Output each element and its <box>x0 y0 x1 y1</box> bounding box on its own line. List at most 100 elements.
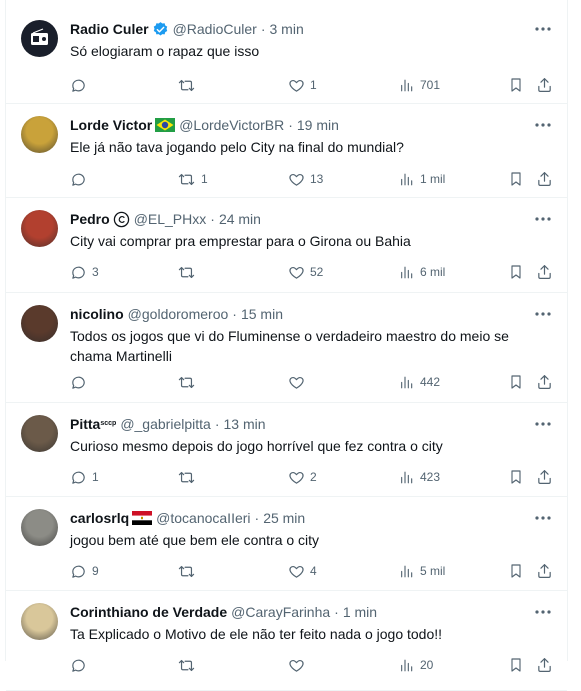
tweet[interactable]: Pitta sccp @_gabrielpitta · 13 min Curioso me… <box>6 403 567 497</box>
like-button[interactable] <box>288 655 310 675</box>
timestamp[interactable]: 15 min <box>241 305 283 323</box>
views-button[interactable]: 701 <box>399 75 440 95</box>
share-button[interactable] <box>536 467 553 487</box>
views-button[interactable]: 20 <box>399 655 433 675</box>
timestamp[interactable]: 13 min <box>223 415 265 433</box>
timestamp[interactable]: 19 min <box>297 116 339 134</box>
share-icon <box>536 468 553 486</box>
author-handle[interactable]: @_gabrielpitta <box>120 415 211 433</box>
reply-button[interactable]: 9 <box>70 561 99 581</box>
more-icon[interactable] <box>533 415 553 433</box>
author-name[interactable]: nicolino <box>70 305 124 323</box>
tweet[interactable]: Pedro @EL_PHxx · 24 min City vai comprar pra… <box>6 198 567 293</box>
author-handle[interactable]: @LordeVictorBR <box>179 116 284 134</box>
like-button[interactable]: 2 <box>288 467 317 487</box>
bookmark-button[interactable] <box>508 372 524 392</box>
avatar[interactable] <box>21 415 58 452</box>
bookmark-button[interactable] <box>508 75 524 95</box>
avatar[interactable] <box>21 509 58 546</box>
tweet[interactable]: Radio Culer @RadioCuler · 3 min Só elogiaram… <box>6 8 567 104</box>
tweet-text: City vai comprar pra emprestar para o Gi… <box>70 233 411 249</box>
more-icon[interactable] <box>533 20 553 38</box>
tweet[interactable]: Lorde Victor @LordeVictorBR · 19 min Ele já … <box>6 104 567 198</box>
author-name-suffix: sccp <box>100 420 117 427</box>
retweet-button[interactable] <box>177 467 201 487</box>
bookmark-button[interactable] <box>508 262 524 282</box>
bookmark-icon <box>508 76 524 94</box>
share-icon <box>536 263 553 281</box>
share-button[interactable] <box>536 169 553 189</box>
share-button[interactable] <box>536 561 553 581</box>
author-name[interactable]: Radio Culer <box>70 20 149 38</box>
like-button[interactable]: 1 <box>288 75 317 95</box>
more-icon[interactable] <box>533 210 553 228</box>
retweet-button[interactable] <box>177 655 201 675</box>
retweet-button[interactable] <box>177 372 201 392</box>
reply-icon <box>70 77 87 94</box>
reply-button[interactable]: 3 <box>70 262 99 282</box>
tweet[interactable]: nicolino @goldoromeroo · 15 min Todos os jog… <box>6 293 567 403</box>
separator-dot: · <box>334 604 339 620</box>
more-icon[interactable] <box>533 116 553 134</box>
retweet-button[interactable] <box>177 262 201 282</box>
share-button[interactable] <box>536 655 553 675</box>
views-button[interactable]: 423 <box>399 467 440 487</box>
share-button[interactable] <box>536 372 553 392</box>
timestamp[interactable]: 1 min <box>343 603 377 621</box>
more-icon[interactable] <box>533 509 553 527</box>
retweet-button[interactable] <box>177 75 201 95</box>
author-handle[interactable]: @RadioCuler <box>173 20 257 38</box>
views-button[interactable]: 442 <box>399 372 440 392</box>
views-button[interactable]: 6 mil <box>399 262 445 282</box>
author-name[interactable]: Lorde Victor <box>70 116 152 134</box>
author-handle[interactable]: @EL_PHxx <box>134 210 207 228</box>
avatar[interactable] <box>21 20 58 57</box>
bookmark-button[interactable] <box>508 169 524 189</box>
action-bar: 3 52 6 mil <box>70 262 555 282</box>
author-name[interactable]: Corinthiano de Verdade <box>70 603 227 621</box>
author-handle[interactable]: @goldoromeroo <box>128 305 229 323</box>
view-count: 6 mil <box>420 265 446 279</box>
avatar[interactable] <box>21 116 58 153</box>
reply-button[interactable] <box>70 372 92 392</box>
share-button[interactable] <box>536 75 553 95</box>
views-button[interactable]: 5 mil <box>399 561 445 581</box>
retweet-icon <box>177 563 196 580</box>
author-name[interactable]: Pitta <box>70 415 100 433</box>
reply-button[interactable] <box>70 655 92 675</box>
reply-icon <box>70 264 87 281</box>
like-button[interactable]: 52 <box>288 262 323 282</box>
retweet-button[interactable]: 1 <box>177 169 208 189</box>
timestamp[interactable]: 24 min <box>219 210 261 228</box>
reply-button[interactable]: 1 <box>70 467 99 487</box>
author-handle[interactable]: @CarayFarinha <box>231 603 330 621</box>
like-count: 2 <box>310 470 317 484</box>
bookmark-button[interactable] <box>508 467 524 487</box>
more-icon[interactable] <box>533 603 553 621</box>
bookmark-button[interactable] <box>508 561 524 581</box>
author-handle[interactable]: @tocanocaIIeri <box>156 509 250 527</box>
like-button[interactable]: 4 <box>288 561 317 581</box>
avatar[interactable] <box>21 305 58 342</box>
reply-icon <box>70 374 87 391</box>
like-button[interactable] <box>288 372 310 392</box>
more-icon[interactable] <box>533 305 553 323</box>
separator-dot: · <box>210 211 215 227</box>
reply-button[interactable] <box>70 169 92 189</box>
tweet[interactable]: Corinthiano de Verdade @CarayFarinha · 1 mi… <box>6 591 567 691</box>
views-button[interactable]: 1 mil <box>399 169 445 189</box>
author-name[interactable]: Pedro <box>70 210 110 228</box>
retweet-icon <box>177 171 196 188</box>
like-button[interactable]: 13 <box>288 169 323 189</box>
avatar[interactable] <box>21 603 58 640</box>
timestamp[interactable]: 25 min <box>263 509 305 527</box>
share-button[interactable] <box>536 262 553 282</box>
tweet[interactable]: carlosrlq @tocanocaIIeri · 25 min jogou bem … <box>6 497 567 591</box>
retweet-button[interactable] <box>177 561 201 581</box>
action-bar: 9 4 5 mil <box>70 561 555 581</box>
author-name[interactable]: carlosrlq <box>70 509 129 527</box>
timestamp[interactable]: 3 min <box>270 20 304 38</box>
reply-button[interactable] <box>70 75 92 95</box>
bookmark-button[interactable] <box>508 655 524 675</box>
avatar[interactable] <box>21 210 58 247</box>
